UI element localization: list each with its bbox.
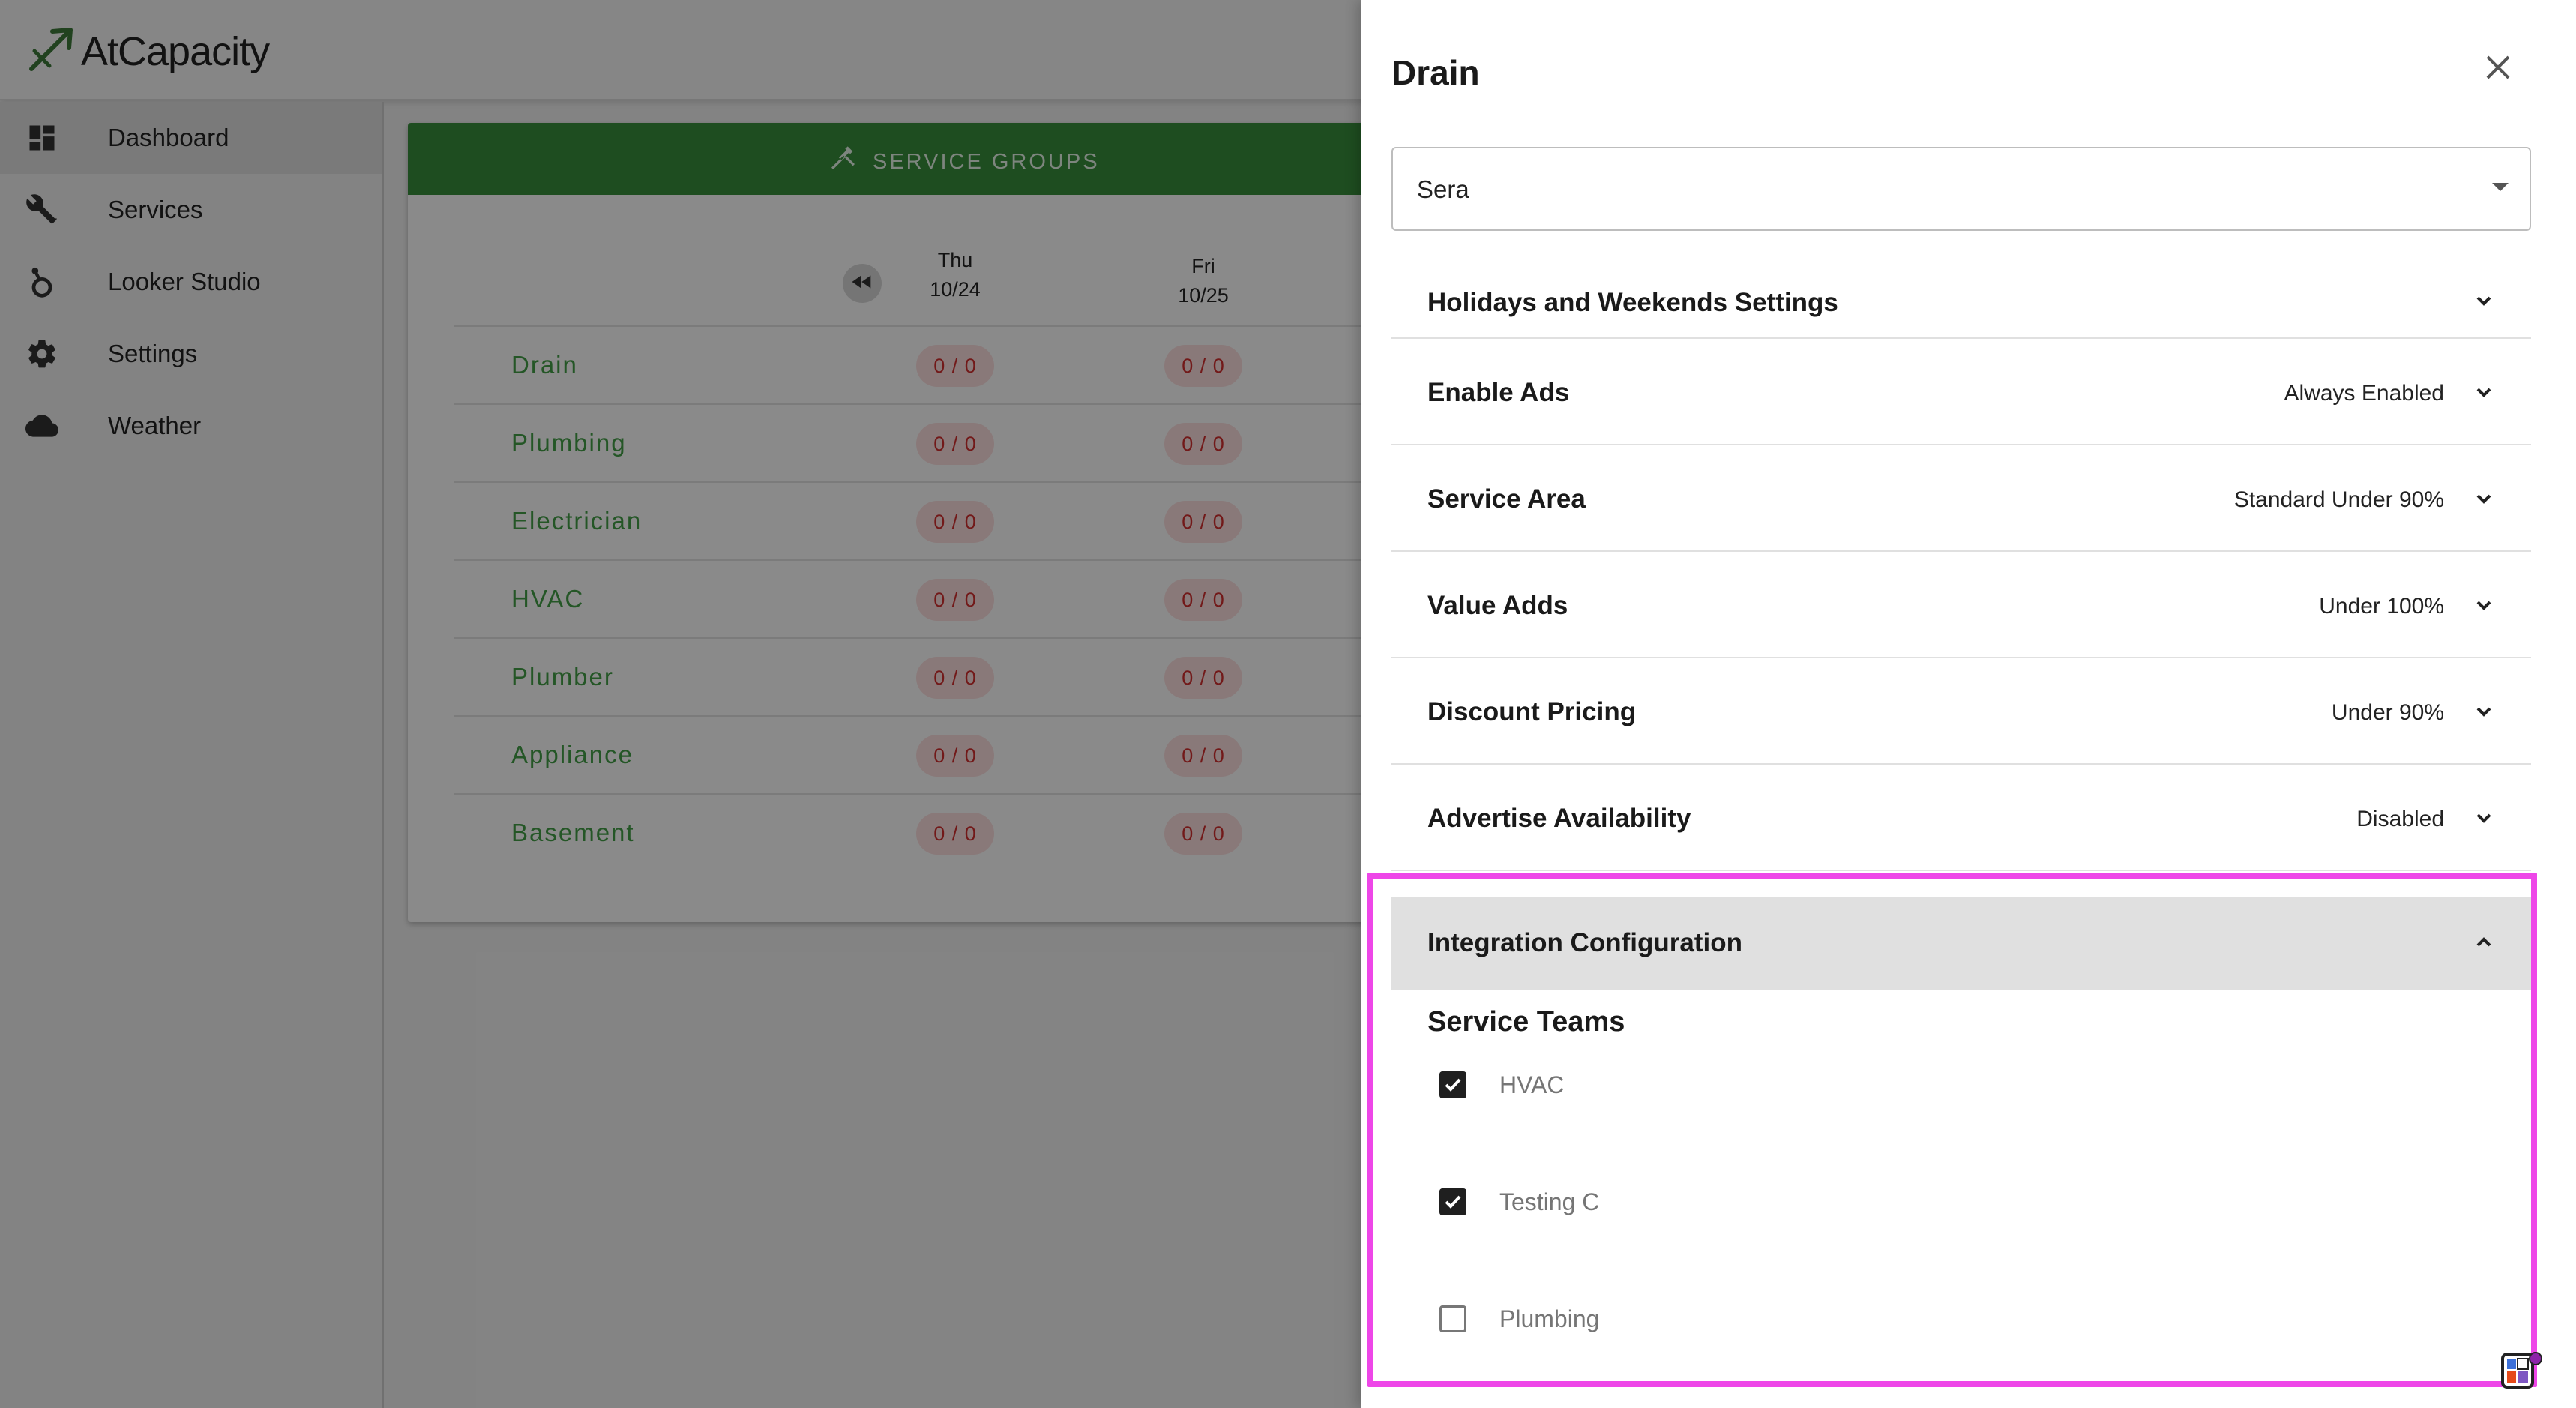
chevron-down-icon: [2473, 289, 2495, 312]
service-teams-heading: Service Teams: [1427, 1006, 1625, 1038]
accordion-title: Advertise Availability: [1427, 804, 1691, 833]
chevron-down-icon: [2473, 381, 2495, 403]
account-select[interactable]: Sera: [1391, 147, 2531, 231]
accordion-value: Standard Under 90%: [2233, 487, 2444, 512]
integration-configuration-header[interactable]: Integration Configuration: [1391, 897, 2531, 990]
accordion-title: Discount Pricing: [1427, 697, 1637, 726]
extension-badge-icon[interactable]: [2500, 1350, 2545, 1392]
accordion-value: Disabled: [2356, 807, 2444, 831]
chevron-down-icon: [2473, 700, 2495, 723]
team-checkbox-testing-c[interactable]: Testing C: [1439, 1183, 1599, 1221]
accordion-value: Always Enabled: [2284, 381, 2444, 406]
accordion-title: Service Area: [1427, 484, 1586, 514]
chevron-down-icon: [2473, 487, 2495, 510]
close-icon: [2480, 55, 2516, 88]
checkbox-unchecked-icon[interactable]: [1439, 1305, 1466, 1332]
accordion-value: Under 100%: [2319, 594, 2444, 619]
team-label: HVAC: [1499, 1071, 1565, 1098]
checkbox-checked-icon[interactable]: [1439, 1188, 1466, 1215]
caret-down-icon: [2492, 183, 2509, 191]
team-label: Plumbing: [1499, 1305, 1600, 1332]
team-label: Testing C: [1499, 1188, 1600, 1215]
chevron-up-icon: [2473, 931, 2495, 954]
account-select-value: Sera: [1417, 175, 1469, 203]
accordion-service-area[interactable]: Service Area Standard Under 90%: [1391, 445, 2531, 552]
checkbox-checked-icon[interactable]: [1439, 1071, 1466, 1098]
accordion-discount-pricing[interactable]: Discount Pricing Under 90%: [1391, 658, 2531, 765]
accordion-value: Under 90%: [2331, 700, 2444, 725]
accordion-integration-configuration: Integration Configuration Service Teams …: [1391, 897, 2531, 1408]
accordion-holidays-weekends[interactable]: Holidays and Weekends Settings: [1391, 262, 2531, 339]
accordion-title: Integration Configuration: [1427, 928, 1742, 957]
accordion-enable-ads[interactable]: Enable Ads Always Enabled: [1391, 339, 2531, 445]
close-button[interactable]: [2480, 49, 2516, 85]
drawer-title: Drain: [1391, 53, 1480, 92]
accordion-value-adds[interactable]: Value Adds Under 100%: [1391, 552, 2531, 658]
accordion-title: Enable Ads: [1427, 378, 1570, 407]
chevron-down-icon: [2473, 594, 2495, 616]
window-edge: [2561, 0, 2576, 1408]
team-checkbox-hvac[interactable]: HVAC: [1439, 1066, 1565, 1104]
chevron-down-icon: [2473, 807, 2495, 829]
team-checkbox-plumbing[interactable]: Plumbing: [1439, 1300, 1599, 1338]
service-settings-drawer: Drain Sera Holidays and Weekends Setting…: [1361, 0, 2561, 1408]
accordion-advertise-availability[interactable]: Advertise Availability Disabled: [1391, 765, 2531, 871]
accordion-title: Value Adds: [1427, 591, 1568, 620]
accordion-title: Holidays and Weekends Settings: [1427, 288, 1838, 317]
